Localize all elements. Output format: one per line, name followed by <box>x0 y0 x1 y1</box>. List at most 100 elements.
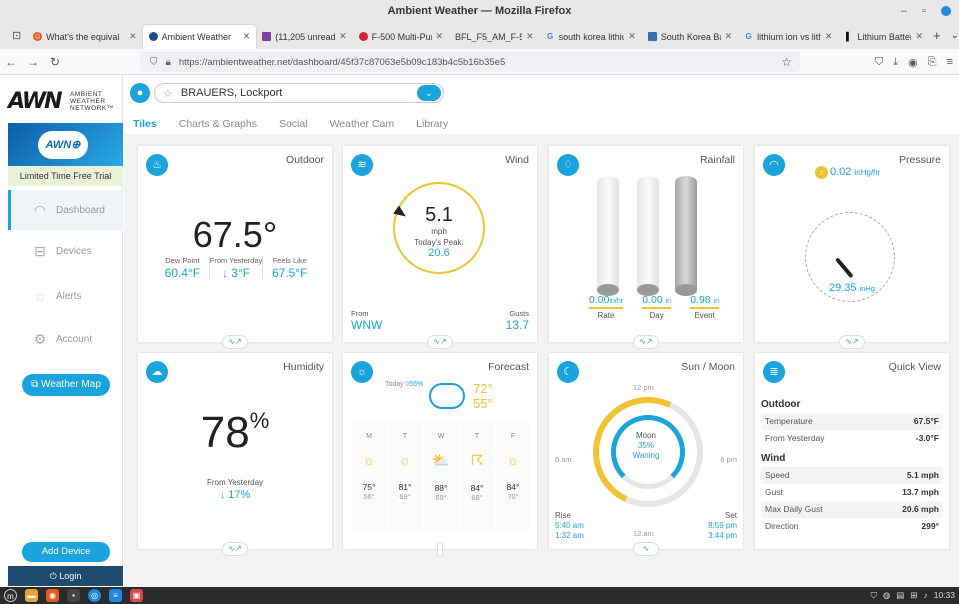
sidebar-item-devices[interactable]: ⊟ Devices <box>8 231 123 271</box>
window-title-bar: Ambient Weather — Mozilla Firefox – ▫ <box>0 0 959 22</box>
forward-icon[interactable]: → <box>22 55 44 69</box>
tab-list-icon[interactable]: ⊡ <box>6 29 27 42</box>
bookmark-star-icon[interactable]: ☆ <box>781 55 792 69</box>
tab-overflow-icon[interactable]: ⌄ <box>951 30 959 41</box>
window-controls[interactable]: – ▫ <box>901 0 951 22</box>
forecast-day[interactable]: T ☼ 81° 69° <box>388 421 422 531</box>
station-selector[interactable]: ☆ BRAUERS, Lockport ⌄ <box>154 83 444 103</box>
new-tab-icon[interactable]: + <box>933 28 941 43</box>
volume-icon[interactable]: ♪ <box>923 587 927 604</box>
terminal-icon[interactable]: ▪ <box>67 589 80 602</box>
browser-tab[interactable]: South Korea Batter✕ <box>642 25 738 49</box>
outdoor-card[interactable]: ♨ Outdoor 67.5° Dew Point 60.4°F From Yes… <box>138 146 332 349</box>
chevron-down-icon[interactable]: ⌄ <box>417 85 441 101</box>
add-device-button[interactable]: Add Device <box>22 542 110 562</box>
close-tab-icon[interactable]: ✕ <box>825 31 833 42</box>
tab-library[interactable]: Library <box>416 118 448 130</box>
update-icon[interactable]: ◍ <box>883 587 890 604</box>
gear-icon: ⚙ <box>33 330 47 347</box>
menu-icon[interactable]: ≡ <box>947 56 953 68</box>
browser-tab-active[interactable]: Ambient Weather ✕ <box>142 24 257 49</box>
document-icon[interactable]: ≡ <box>109 589 122 602</box>
promo-banner[interactable]: AWN⊕ <box>8 123 123 166</box>
wind-card[interactable]: ≋ Wind 5.1 mph Today's Peak: 20.6 From WN… <box>343 146 537 349</box>
close-tab-icon[interactable]: ✕ <box>725 31 733 42</box>
clock[interactable]: 10:33 <box>934 587 955 604</box>
devices-icon: ⊟ <box>34 242 46 259</box>
sidebar: AWN AMBIENT WEATHER NETWORK™ AWN⊕ Limite… <box>0 75 123 587</box>
extensions-icon[interactable]: ⎘ <box>928 56 937 69</box>
humidity-change: ↓ 17% <box>219 489 251 501</box>
trend-chart-icon[interactable]: ∿↗ <box>427 335 453 349</box>
close-tab-icon[interactable]: ✕ <box>526 31 534 42</box>
back-icon[interactable]: ← <box>0 55 22 69</box>
account-icon[interactable]: ◉ <box>908 56 918 69</box>
forecast-card[interactable]: ☼ Forecast Today ◊55% 72° 55° M ☼ 75° 56° T ☼… <box>343 353 537 556</box>
start-menu-icon[interactable]: m <box>4 589 17 602</box>
gauge-icon: ◠ <box>763 154 785 176</box>
trend-chart-icon[interactable]: ∿↗ <box>633 335 659 349</box>
promo-text[interactable]: Limited Time Free Trial <box>8 166 123 186</box>
login-button[interactable]: ⏻ Login <box>8 566 123 586</box>
browser-tab[interactable]: BFL_F5_AM_F-500-Bro✕ <box>449 25 540 49</box>
url-bar[interactable]: ⛉ 🔒︎ https://ambientweather.net/dashboar… <box>140 52 800 72</box>
tab-weather-cam[interactable]: Weather Cam <box>330 118 395 130</box>
close-tab-icon[interactable]: ✕ <box>628 31 636 42</box>
user-avatar[interactable]: ● <box>130 83 150 103</box>
browser-tab[interactable]: ▌ Lithium Battery Fir✕ <box>838 25 929 49</box>
rainfall-card[interactable]: ♢ Rainfall 0.00in/hr Rate 0.00 in Day 0.98… <box>549 146 743 349</box>
tab-tiles[interactable]: Tiles <box>133 118 157 130</box>
sidebar-item-dashboard[interactable]: ◠ Dashboard <box>8 190 123 230</box>
favorite-star-icon[interactable]: ☆ <box>163 87 173 100</box>
app-icon[interactable]: ▣ <box>130 589 143 602</box>
close-tab-icon[interactable]: ✕ <box>339 31 347 42</box>
download-icon[interactable]: ⤓ <box>893 56 898 69</box>
chrome-icon[interactable]: ◎ <box>88 589 101 602</box>
firefox-icon[interactable]: ◉ <box>46 589 59 602</box>
sidebar-item-alerts[interactable]: ◌ Alerts <box>8 276 123 316</box>
shield-icon[interactable]: ⛉ <box>150 57 158 68</box>
humidity-card[interactable]: ☁ Humidity 78% From Yesterday ↓ 17% ∿↗ <box>138 353 332 556</box>
browser-tab[interactable]: F-500 Multi-Purpo✕ <box>353 25 449 49</box>
close-window-icon[interactable] <box>941 6 951 17</box>
card-title: Outdoor <box>286 154 324 166</box>
lock-icon[interactable]: 🔒︎ <box>166 57 171 68</box>
network-icon[interactable]: ⊞ <box>910 587 917 604</box>
browser-tab[interactable]: G lithium ion vs lithiu✕ <box>738 25 838 49</box>
quick-view-card[interactable]: ≣ Quick View Outdoor Temperature 67.5°F F… <box>755 353 949 549</box>
raindrop-icon: ♢ <box>557 154 579 176</box>
close-tab-icon[interactable]: ✕ <box>436 31 444 42</box>
tab-charts-graphs[interactable]: Charts & Graphs <box>179 118 257 130</box>
trend-chart-icon[interactable]: ∿↗ <box>222 542 248 556</box>
trend-chart-icon[interactable]: ∿ <box>633 542 659 556</box>
close-tab-icon[interactable]: ✕ <box>243 31 251 42</box>
reload-icon[interactable]: ↻ <box>44 55 66 69</box>
close-tab-icon[interactable]: ✕ <box>129 31 137 42</box>
forecast-day[interactable]: F ☼ 84° 70° <box>496 421 530 531</box>
browser-tab[interactable]: G south korea lithium✕ <box>540 25 642 49</box>
temp-change-value: ↓ 3°F <box>221 266 251 280</box>
weather-map-button[interactable]: ⧉ Weather Map <box>22 374 110 396</box>
tab-social[interactable]: Social <box>279 118 308 130</box>
sidebar-item-account[interactable]: ⚙ Account <box>8 319 123 359</box>
outdoor-temperature: 67.5° <box>192 214 278 255</box>
scroll-handle[interactable] <box>437 542 443 556</box>
wind-icon: ≋ <box>351 154 373 176</box>
shield-icon[interactable]: ⛉ <box>871 587 877 604</box>
pocket-icon[interactable]: ⛉ <box>875 56 883 69</box>
forecast-day[interactable]: T ☈ 84° 68° <box>460 421 494 531</box>
trend-chart-icon[interactable]: ∿↗ <box>839 335 865 349</box>
station-bar: ● ☆ BRAUERS, Lockport ⌄ <box>130 82 444 104</box>
pressure-card[interactable]: ◠ Pressure ↑ 0.02 inHg/hr 29.35 inHg ∿↗ <box>755 146 949 349</box>
awn-logo[interactable]: AWN AMBIENT WEATHER NETWORK™ <box>8 89 118 115</box>
files-icon[interactable]: ▬ <box>25 589 38 602</box>
table-row: Max Daily Gust 20.6 mph <box>761 501 943 518</box>
browser-tab[interactable]: (11,205 unread) - n✕ <box>256 25 352 49</box>
clipboard-icon[interactable]: ▤ <box>896 587 904 604</box>
sun-moon-card[interactable]: ☾ Sun / Moon 12 pm Moon 35% Waning 6 am 6 … <box>549 353 743 556</box>
browser-tab[interactable]: ☺ What's the equival ✕ <box>27 25 143 49</box>
forecast-day[interactable]: W ⛅ 88° 69° <box>424 421 458 531</box>
trend-chart-icon[interactable]: ∿↗ <box>222 335 248 349</box>
forecast-day[interactable]: M ☼ 75° 56° <box>352 421 386 531</box>
close-tab-icon[interactable]: ✕ <box>915 31 923 42</box>
